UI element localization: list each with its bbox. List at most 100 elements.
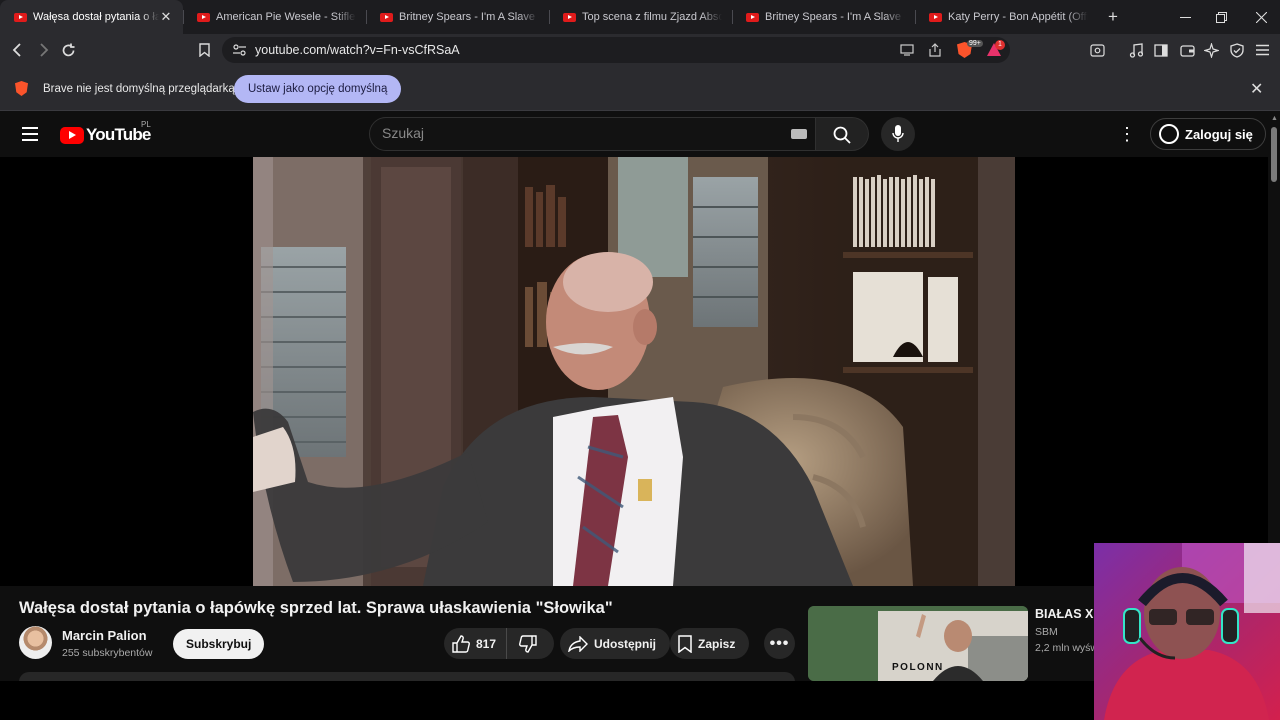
tab-britney-2[interactable]: Britney Spears - I'm A Slave 4 U — [732, 0, 915, 34]
dislike-button[interactable] — [507, 634, 555, 653]
infobar-close-icon[interactable]: ✕ — [1250, 79, 1263, 99]
search-button[interactable] — [816, 117, 869, 151]
microphone-icon — [892, 125, 904, 142]
youtube-favicon-icon — [14, 12, 27, 22]
cast-icon[interactable] — [900, 44, 914, 56]
video-player[interactable] — [0, 157, 1268, 586]
tab-title: Katy Perry - Bon Appétit (Officia — [948, 11, 1088, 23]
search-box — [369, 117, 816, 151]
shields-count-badge: 99+ — [967, 40, 983, 47]
vpn-button[interactable] — [1225, 38, 1249, 62]
default-browser-infobar: Brave nie jest domyślną przeglądarką Ust… — [0, 66, 1280, 111]
thumbnail-text: POLONN — [892, 662, 944, 673]
recommended-channel[interactable]: SBM — [1035, 626, 1058, 638]
minimize-icon — [1179, 16, 1191, 18]
reload-button[interactable] — [56, 38, 80, 62]
youtube-favicon-icon — [563, 12, 576, 22]
share-arrow-icon — [568, 635, 588, 652]
tab-title: Britney Spears - I'm A Slave 4 U — [399, 11, 539, 23]
reload-icon — [62, 43, 74, 56]
brave-logo-icon — [15, 81, 28, 96]
share-label: Udostępnij — [594, 636, 656, 651]
youtube-favicon-icon — [197, 12, 210, 22]
menu-button[interactable] — [1250, 38, 1274, 62]
youtube-favicon-icon — [380, 12, 393, 22]
tab-strip: Wałęsa dostał pytania o łapó ✕ American … — [0, 0, 1280, 34]
keyboard-icon[interactable] — [791, 129, 807, 139]
channel-name[interactable]: Marcin Palion — [62, 628, 147, 643]
voice-search-button[interactable] — [881, 117, 915, 151]
site-settings-icon[interactable] — [233, 44, 246, 56]
youtube-header: YouTube PL ⋮ Zaloguj się — [0, 111, 1268, 157]
back-button[interactable] — [6, 38, 30, 62]
like-dislike-group: 817 — [444, 628, 554, 659]
more-horizontal-icon: ••• — [769, 634, 790, 652]
more-actions-button[interactable]: ••• — [764, 628, 795, 659]
settings-more-icon[interactable]: ⋮ — [1117, 123, 1137, 145]
restore-icon — [1215, 11, 1227, 23]
browser-toolbar: youtube.com/watch?v=Fn-vsCfRSaA 99+ 1 — [0, 34, 1280, 66]
rewards-count-badge: 1 — [995, 40, 1005, 50]
subscribe-button[interactable]: Subskrybuj — [173, 629, 265, 659]
new-tab-button[interactable]: + — [1098, 7, 1128, 27]
close-tab-icon[interactable]: ✕ — [159, 9, 173, 25]
tab-title: Britney Spears - I'm A Slave 4 U — [765, 11, 905, 23]
tab-walesa[interactable]: Wałęsa dostał pytania o łapó ✕ — [0, 0, 183, 34]
scrollbar-thumb[interactable] — [1271, 127, 1277, 182]
save-bookmark-icon — [678, 634, 692, 653]
wallet-button[interactable] — [1175, 38, 1199, 62]
video-still-image — [253, 157, 1015, 586]
media-button[interactable] — [1124, 38, 1148, 62]
thumbs-up-icon — [452, 634, 470, 653]
like-count: 817 — [476, 636, 497, 651]
channel-avatar[interactable] — [19, 626, 52, 659]
arrow-left-icon — [12, 43, 21, 57]
wallet-icon — [1179, 44, 1195, 57]
screenshot-button[interactable] — [1085, 38, 1109, 62]
thumbs-down-icon — [519, 634, 537, 653]
infobar-message: Brave nie jest domyślną przeglądarką — [43, 83, 235, 95]
video-title: Wałęsa dostał pytania o łapówkę sprzed l… — [19, 599, 613, 617]
search-input[interactable] — [382, 125, 782, 141]
youtube-logo[interactable]: YouTube PL — [60, 120, 151, 145]
music-note-icon — [1129, 42, 1143, 58]
sign-in-button[interactable]: Zaloguj się — [1150, 118, 1266, 150]
recommended-title[interactable]: BIAŁAS X L — [1035, 607, 1097, 621]
tab-katy-perry[interactable]: Katy Perry - Bon Appétit (Officia — [915, 0, 1098, 34]
video-frame[interactable] — [253, 157, 1015, 586]
tab-britney-1[interactable]: Britney Spears - I'm A Slave 4 U — [366, 0, 549, 34]
subscriber-count: 255 subskrybentów — [62, 647, 153, 659]
screenshot-icon — [1089, 43, 1105, 57]
tab-title: American Pie Wesele - Stifler je c — [216, 11, 356, 23]
leo-ai-button[interactable] — [1199, 38, 1223, 62]
tab-title: Top scena z filmu Zjazd Absolwe — [582, 11, 722, 23]
vpn-shield-icon — [1230, 42, 1244, 58]
recommended-thumbnail[interactable]: POLONN — [808, 606, 1028, 681]
youtube-favicon-icon — [746, 12, 759, 22]
url-text[interactable]: youtube.com/watch?v=Fn-vsCfRSaA — [255, 43, 460, 57]
hamburger-menu-icon — [1255, 44, 1269, 56]
save-label: Zapisz — [698, 636, 736, 651]
guide-menu-icon[interactable] — [22, 127, 38, 141]
set-default-button[interactable]: Ustaw jako opcję domyślną — [234, 75, 402, 103]
account-icon — [1159, 124, 1179, 144]
recommended-thumbnail-image: POLONN — [808, 606, 1028, 681]
recommended-views: 2,2 mln wyśw — [1035, 642, 1097, 654]
share-page-icon[interactable] — [928, 43, 942, 57]
like-button[interactable]: 817 — [444, 628, 508, 659]
share-button[interactable]: Udostępnij — [560, 628, 670, 659]
youtube-play-icon — [60, 126, 84, 144]
address-bar[interactable]: youtube.com/watch?v=Fn-vsCfRSaA 99+ 1 — [222, 37, 1010, 63]
tab-american-pie[interactable]: American Pie Wesele - Stifler je c — [183, 0, 366, 34]
search-icon — [833, 126, 851, 144]
arrow-right-icon — [40, 43, 49, 57]
save-button[interactable]: Zapisz — [670, 628, 750, 659]
bookmark-button[interactable] — [192, 38, 216, 62]
close-window-button[interactable] — [1238, 0, 1280, 34]
scroll-up-icon[interactable]: ▲ — [1271, 115, 1278, 122]
close-icon — [1255, 11, 1267, 23]
tab-zjazd[interactable]: Top scena z filmu Zjazd Absolwe — [549, 0, 732, 34]
sidebar-button[interactable] — [1149, 38, 1173, 62]
forward-button[interactable] — [31, 38, 55, 62]
bottom-overlay — [0, 681, 1094, 720]
